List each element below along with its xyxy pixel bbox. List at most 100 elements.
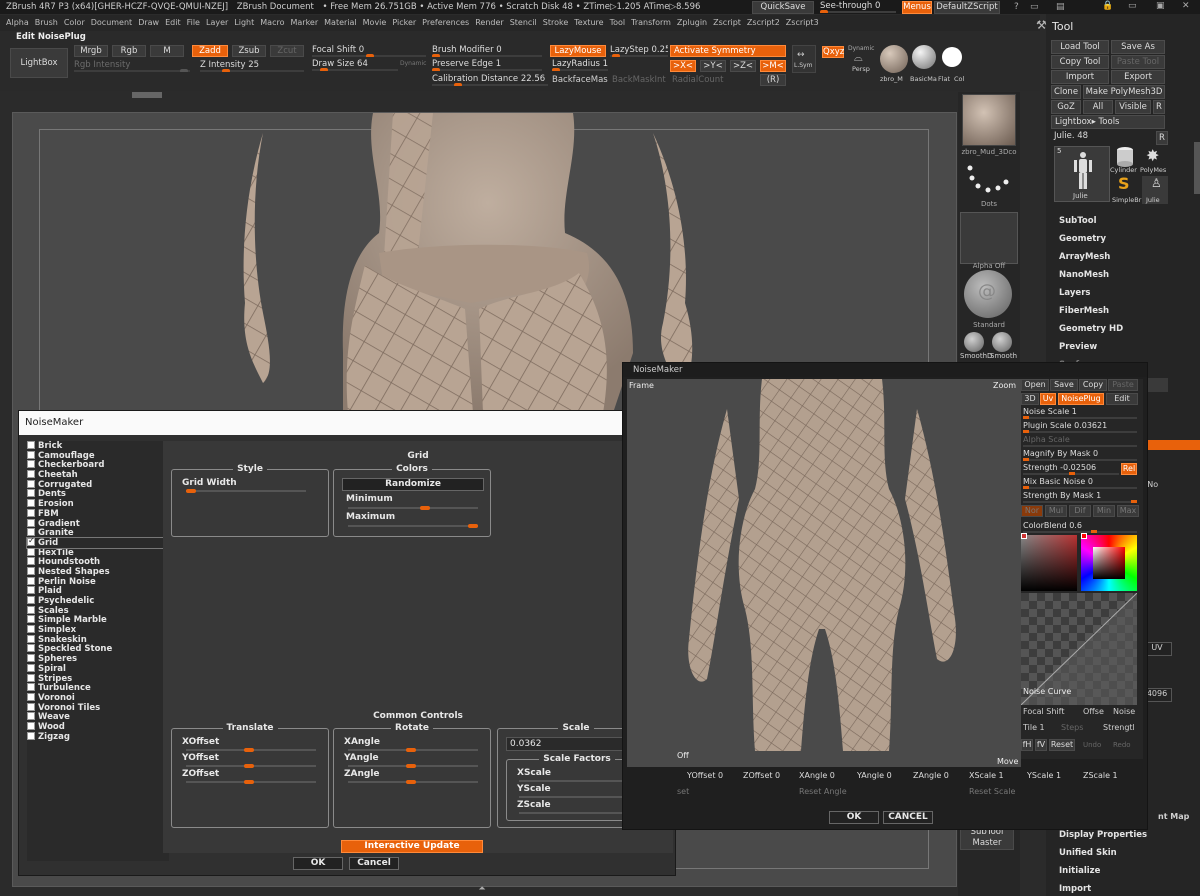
lazyradius-slider[interactable]: LazyRadius 1 bbox=[552, 59, 608, 71]
lightbox-tools-button[interactable]: Lightbox▸ Tools bbox=[1051, 115, 1165, 129]
noise-type-item[interactable]: Voronoi Tiles bbox=[27, 702, 169, 712]
flip-v-button[interactable]: fV bbox=[1035, 739, 1047, 751]
rgb-intensity-slider[interactable]: Rgb Intensity bbox=[74, 60, 190, 72]
noise-preview-viewport[interactable]: Frame Zoom Off Move bbox=[627, 379, 1021, 767]
noise-type-item[interactable]: Corrugated bbox=[27, 479, 169, 490]
noise-type-item[interactable]: HexTile bbox=[27, 547, 169, 557]
menu-light[interactable]: Light bbox=[234, 18, 254, 27]
noise-type-item[interactable]: Spiral bbox=[27, 663, 169, 674]
palette-icon[interactable]: ▭ bbox=[1030, 2, 1039, 12]
checkbox-icon[interactable] bbox=[27, 547, 35, 556]
checkbox-icon[interactable] bbox=[27, 557, 35, 566]
menu-movie[interactable]: Movie bbox=[363, 18, 387, 27]
checkbox-icon[interactable] bbox=[27, 441, 35, 449]
bottom-expand-icon[interactable]: ⏶ bbox=[470, 884, 494, 896]
tool-section-geometry-hd[interactable]: Geometry HD bbox=[1059, 324, 1123, 334]
preserve-edge-slider[interactable]: Preserve Edge 1 bbox=[432, 59, 542, 71]
visible-button[interactable]: Visible bbox=[1115, 100, 1151, 114]
copy-tool-button[interactable]: Copy Tool bbox=[1051, 55, 1109, 69]
stroke-dots-thumbnail[interactable] bbox=[962, 158, 1016, 198]
mix-basic-noise-slider[interactable]: Mix Basic Noise 0 bbox=[1023, 477, 1137, 489]
m-button[interactable]: M bbox=[150, 45, 184, 57]
menu-zscript2[interactable]: Zscript2 bbox=[747, 18, 780, 27]
strength-by-mask-slider[interactable]: Strength By Mask 1 bbox=[1023, 491, 1137, 503]
np-zscale-slider[interactable]: ZScale 1 bbox=[1083, 771, 1118, 780]
checkbox-icon[interactable] bbox=[27, 721, 35, 730]
default-zscript-button[interactable]: DefaultZScript bbox=[934, 1, 1000, 14]
checkbox-icon[interactable] bbox=[27, 654, 35, 663]
import-button[interactable]: Import bbox=[1051, 70, 1109, 84]
noiseplug-button[interactable]: NoisePlug bbox=[1058, 393, 1104, 405]
zscale-slider[interactable] bbox=[519, 811, 635, 815]
lazystep-slider[interactable]: LazyStep 0.25 bbox=[610, 45, 668, 57]
backmask-intensity-slider[interactable]: BackMaskInt bbox=[612, 75, 666, 85]
checkbox-icon[interactable] bbox=[27, 712, 35, 721]
grid-width-slider[interactable] bbox=[186, 489, 306, 493]
np-xscale-slider[interactable]: XScale 1 bbox=[969, 771, 1004, 780]
noise-type-item[interactable]: Simplex bbox=[27, 625, 169, 635]
checkbox-icon[interactable] bbox=[27, 518, 35, 527]
checkbox-icon[interactable] bbox=[27, 460, 35, 469]
standard-brush-thumbnail[interactable]: @ bbox=[964, 270, 1012, 318]
yangle-slider[interactable] bbox=[348, 764, 478, 768]
zangle-slider[interactable] bbox=[348, 780, 478, 784]
radial-count-slider[interactable]: RadialCount bbox=[672, 75, 724, 85]
menu-color[interactable]: Color bbox=[64, 18, 85, 27]
menu-alpha[interactable]: Alpha bbox=[6, 18, 29, 27]
save-button[interactable]: Save bbox=[1050, 379, 1078, 391]
tool-thumb-polymesh[interactable]: ✸ PolyMes bbox=[1140, 146, 1168, 174]
checkbox-icon[interactable] bbox=[27, 702, 35, 711]
xangle-slider[interactable] bbox=[348, 748, 478, 752]
tool-section-subtool[interactable]: SubTool bbox=[1059, 216, 1097, 226]
layout-icon[interactable]: ▤ bbox=[1056, 2, 1065, 12]
dynamic-toggle[interactable]: Dynamic bbox=[400, 60, 426, 67]
menu-material[interactable]: Material bbox=[324, 18, 357, 27]
reset-angle-button[interactable]: Reset Angle bbox=[799, 787, 847, 796]
quicksave-button[interactable]: QuickSave bbox=[752, 1, 814, 14]
menu-stroke[interactable]: Stroke bbox=[543, 18, 569, 27]
checkbox-icon[interactable] bbox=[27, 566, 35, 575]
np-zoffset-slider[interactable]: ZOffset 0 bbox=[743, 771, 780, 780]
noise-type-item[interactable]: Stripes bbox=[27, 673, 169, 683]
noise-type-item[interactable]: Plaid bbox=[27, 586, 169, 596]
focal-shift-slider[interactable]: Focal Shift 0 bbox=[312, 45, 426, 57]
smooth-brush-2-thumbnail[interactable] bbox=[992, 332, 1012, 352]
xoffset-slider[interactable] bbox=[186, 748, 316, 752]
plugin-scale-slider[interactable]: Plugin Scale 0.03621 bbox=[1023, 421, 1137, 433]
lightbox-button[interactable]: LightBox bbox=[10, 48, 68, 78]
close-icon[interactable]: ✕ bbox=[1182, 1, 1190, 11]
tool-section-display-properties[interactable]: Display Properties bbox=[1059, 830, 1147, 840]
menu-draw[interactable]: Draw bbox=[138, 18, 159, 27]
paste-tool-button[interactable]: Paste Tool bbox=[1111, 55, 1165, 69]
zoffset-slider[interactable] bbox=[186, 780, 316, 784]
goz-button[interactable]: GoZ bbox=[1051, 100, 1081, 114]
checkbox-icon[interactable] bbox=[27, 596, 35, 604]
yoffset-slider[interactable] bbox=[186, 764, 316, 768]
noise-type-item[interactable]: Gradient bbox=[27, 518, 169, 528]
tool-thumb-julie-main[interactable]: 5 Julie bbox=[1054, 146, 1110, 202]
color-picker-b-square[interactable] bbox=[1093, 547, 1125, 579]
tool-section-fibermesh[interactable]: FiberMesh bbox=[1059, 306, 1109, 316]
curve-steps-slider[interactable]: Steps bbox=[1061, 723, 1083, 732]
ok-button[interactable]: OK bbox=[293, 857, 343, 870]
magnify-by-mask-slider[interactable]: Magnify By Mask 0 bbox=[1023, 449, 1137, 461]
reset-scale-button[interactable]: Reset Scale bbox=[969, 787, 1015, 796]
tool-thumb-julie[interactable]: ♙ Julie bbox=[1142, 176, 1168, 204]
curve-redo-button[interactable]: Redo bbox=[1113, 741, 1131, 749]
noise-type-item[interactable]: Grid bbox=[26, 536, 170, 549]
curve-noise-slider[interactable]: Noise bbox=[1113, 707, 1135, 716]
checkbox-icon[interactable] bbox=[27, 479, 35, 488]
export-button[interactable]: Export bbox=[1111, 70, 1165, 84]
colorblend-slider[interactable]: ColorBlend 0.6 bbox=[1023, 521, 1137, 533]
noise-type-item[interactable]: Perlin Noise bbox=[27, 576, 169, 586]
lazymouse-button[interactable]: LazyMouse bbox=[550, 45, 606, 57]
tool-section-import[interactable]: Import bbox=[1059, 884, 1091, 894]
blend-mode-max[interactable]: Max bbox=[1117, 505, 1139, 517]
noise-type-item[interactable]: Brick bbox=[27, 441, 169, 451]
menu-zplugin[interactable]: Zplugin bbox=[677, 18, 707, 27]
noise-type-item[interactable]: Wood bbox=[27, 721, 169, 732]
curve-undo-button[interactable]: Undo bbox=[1083, 741, 1101, 749]
tool-section-geometry[interactable]: Geometry bbox=[1059, 234, 1106, 244]
noise-type-item[interactable]: Cheetah bbox=[27, 470, 169, 480]
brush-modifier-slider[interactable]: Brush Modifier 0 bbox=[432, 45, 542, 57]
